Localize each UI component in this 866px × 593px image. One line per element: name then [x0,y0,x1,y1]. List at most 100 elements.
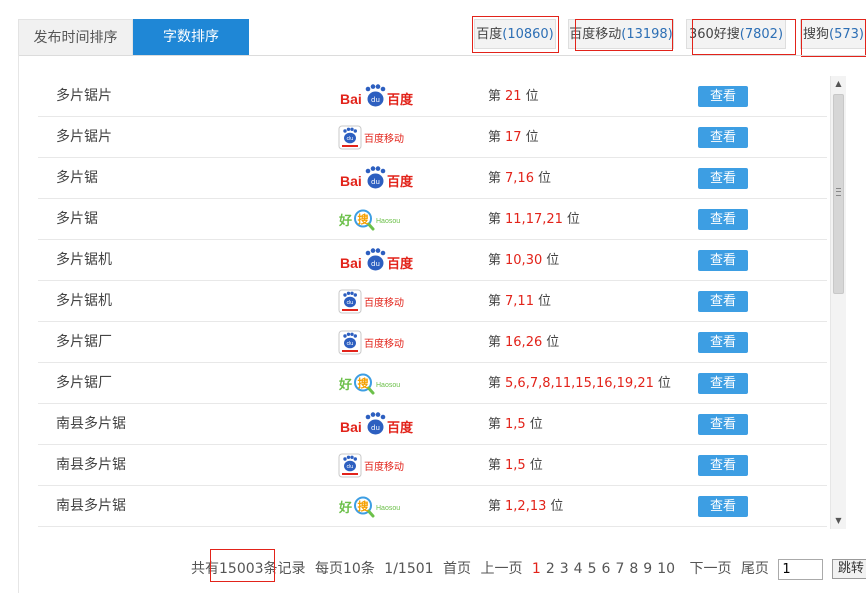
paw-icon: du [365,412,386,435]
logo-text: du [347,464,354,470]
keyword: 多片锯厂 [56,375,112,391]
view-button[interactable]: 查看 [698,496,748,517]
view-button[interactable]: 查看 [698,332,748,353]
page-link[interactable]: 3 [560,561,569,577]
engine-logo: 好搜 Haosou [338,494,448,519]
scrollbar-thumb[interactable] [833,94,844,294]
tab-publish-time[interactable]: 发布时间排序 [18,19,133,55]
first-page-link[interactable]: 首页 [443,561,471,577]
logo-text: 百度 [387,92,414,108]
baidu-mobile-logo-icon: du 百度移动 [338,125,404,150]
engine-logo: Bai du 百度 [338,412,448,437]
table-row: 南县多片锯 好搜 Haosou 第 1,2,13 位 查看 [38,486,827,527]
engine-logo: 好搜 Haosou [338,207,448,232]
table-row: 多片锯片 du 百度移动 第 17 位 查看 [38,117,827,158]
engine-logo: du 百度移动 [338,289,448,314]
page-link[interactable]: 4 [574,561,583,577]
rank-text: 第 21 位 [488,76,539,117]
rank-text: 第 7,11 位 [488,281,551,322]
page-link[interactable]: 1 [532,561,541,577]
total-count: 15003 [219,561,264,577]
engine-count: (13198) [621,27,673,42]
engine-logo: du 百度移动 [338,125,448,150]
engine-tab-sogou[interactable]: 搜狗(573) [800,19,866,49]
engine-tab-baidu-mobile[interactable]: 百度移动(13198) [568,19,674,49]
prev-page-link[interactable]: 上一页 [480,561,522,577]
page-link[interactable]: 5 [588,561,597,577]
page-link[interactable]: 8 [629,561,638,577]
rank-suffix: 位 [525,130,539,145]
haosou-logo-icon: 好搜 Haosou [338,209,400,231]
last-page-link[interactable]: 尾页 [741,561,769,577]
haosou-logo-icon: 好搜 Haosou [338,496,400,518]
table-row: 多片锯机 Bai du 百度 第 10,30 位 查看 [38,240,827,281]
view-button[interactable]: 查看 [698,209,748,230]
page-info: 1/1501 [384,561,434,577]
scroll-up-arrow-icon[interactable]: ▲ [831,76,846,92]
baidu-logo-icon: Bai du 百度 [340,248,414,272]
engine-name: 百度 [476,27,503,42]
keyword: 多片锯片 [56,129,112,145]
table-row: 多片锯 好搜 Haosou 第 11,17,21 位 查看 [38,199,827,240]
rank-text: 第 1,2,13 位 [488,486,563,527]
logo-text: Haosou [376,218,400,225]
scroll-down-arrow-icon[interactable]: ▼ [831,513,846,529]
logo-text: 百度 [387,420,414,436]
engine-logo: Bai du 百度 [338,84,448,109]
table-row: 多片锯厂 du 百度移动 第 16,26 位 查看 [38,322,827,363]
engine-count: (7802) [739,27,784,42]
rank-positions: 10,30 [505,253,543,268]
view-button[interactable]: 查看 [698,168,748,189]
engine-count: (573) [829,27,864,42]
rank-positions: 1,2,13 [505,499,547,514]
jump-button[interactable]: 跳转 [831,559,866,579]
page-link[interactable]: 10 [657,561,675,577]
page-link[interactable]: 9 [643,561,652,577]
sort-tabs: 发布时间排序 字数排序 [18,19,249,55]
keyword: 多片锯 [56,170,98,186]
rank-suffix: 位 [546,335,560,350]
engine-tab-360[interactable]: 360好搜(7802) [686,19,786,49]
table-row: 南县多片锯 du 百度移动 第 1,5 位 查看 [38,445,827,486]
baidu-mobile-logo-icon: du 百度移动 [338,289,404,314]
rank-text: 第 5,6,7,8,11,15,16,19,21 位 [488,363,671,404]
next-page-link[interactable]: 下一页 [689,561,731,577]
view-button[interactable]: 查看 [698,373,748,394]
baidu-logo-icon: Bai du 百度 [340,84,414,108]
rank-positions: 1,5 [505,458,526,473]
rank-text: 第 11,17,21 位 [488,199,580,240]
view-button[interactable]: 查看 [698,86,748,107]
paw-icon: du [365,248,386,271]
engine-logo: du 百度移动 [338,453,448,478]
view-button[interactable]: 查看 [698,414,748,435]
keyword: 多片锯厂 [56,334,112,350]
result-list: 多片锯片 Bai du 百度第 21 位查看 多片锯片 du 百度移动第 17 位查看 多片锯 Bai d… [38,76,827,527]
view-button[interactable]: 查看 [698,127,748,148]
engine-logo: Bai du 百度 [338,166,448,191]
page-jump-input[interactable] [778,558,824,580]
scrollbar[interactable]: ▲ ▼ [830,76,846,529]
baidu-logo-icon: Bai du 百度 [340,166,414,190]
view-button[interactable]: 查看 [698,455,748,476]
haosou-logo-icon: 好搜 Haosou [338,373,400,395]
rank-prefix: 第 [488,171,502,186]
total-suffix: 条记录 [263,561,306,577]
rank-suffix: 位 [566,212,580,227]
page-link[interactable]: 2 [546,561,555,577]
tab-word-count[interactable]: 字数排序 [133,19,249,55]
view-button[interactable]: 查看 [698,250,748,271]
rank-prefix: 第 [488,253,502,268]
page-link[interactable]: 7 [615,561,624,577]
page-number-list: 1 2 3 4 5 6 7 8 9 10 [532,561,680,577]
per-page: 每页10条 [315,561,375,577]
total-prefix: 共有 [191,561,219,577]
engine-logo: Bai du 百度 [338,248,448,273]
view-button[interactable]: 查看 [698,291,748,312]
rank-text: 第 1,5 位 [488,445,543,486]
keyword: 南县多片锯 [56,416,126,432]
logo-text: du [347,300,354,306]
rank-prefix: 第 [488,212,502,227]
engine-name: 百度移动 [569,27,622,42]
page-link[interactable]: 6 [602,561,611,577]
engine-tab-baidu[interactable]: 百度(10860) [474,19,556,49]
